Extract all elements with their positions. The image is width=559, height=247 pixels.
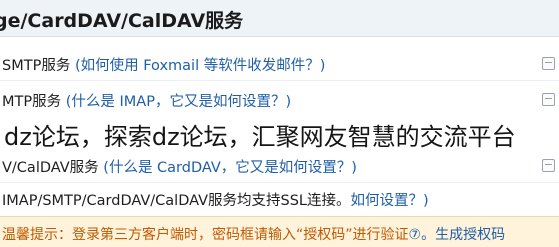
ssl-label: IMAP/SMTP/CardDAV/CalDAV服务均支持SSL连接。	[2, 193, 351, 209]
ssl-info-row: IMAP/SMTP/CardDAV/CalDAV服务均支持SSL连接。如何设置？…	[0, 183, 559, 213]
watermark-banner: dz论坛，探索dz论坛，汇聚网友智慧的交流平台	[0, 114, 559, 151]
service-row-text: V/CalDAV服务 (什么是 CardDAV，它又是如何设置？)	[2, 156, 357, 177]
service-row-smtp: SMTP服务 (如何使用 Foxmail 等软件收发邮件？)	[0, 48, 559, 78]
notice-message: 温馨提示：登录第三方客户端时，密码框请输入“授权码”进行验证	[2, 227, 409, 243]
help-link[interactable]: (什么是 IMAP，它又是如何设置？)	[66, 94, 291, 110]
service-label: MTP服务	[2, 94, 66, 110]
service-label: V/CalDAV服务	[2, 160, 104, 176]
service-row-text: MTP服务 (什么是 IMAP，它又是如何设置？)	[2, 90, 291, 111]
notice-bar: 温馨提示：登录第三方客户端时，密码框请输入“授权码”进行验证⑦。生成授权码	[0, 216, 559, 247]
notice-text: 温馨提示：登录第三方客户端时，密码框请输入“授权码”进行验证⑦。生成授权码	[2, 224, 505, 244]
service-row-carddav: V/CalDAV服务 (什么是 CardDAV，它又是如何设置？)	[0, 150, 559, 180]
service-row-imap: MTP服务 (什么是 IMAP，它又是如何设置？)	[0, 84, 559, 114]
help-circle-icon[interactable]: ⑦	[409, 227, 422, 243]
watermark-text: dz论坛，探索dz论坛，汇聚网友智慧的交流平台	[4, 123, 516, 151]
service-toggle[interactable]	[542, 57, 555, 70]
divider	[0, 80, 559, 81]
help-link[interactable]: (什么是 CardDAV，它又是如何设置？)	[103, 160, 357, 176]
service-toggle[interactable]	[542, 93, 555, 106]
service-label: SMTP服务	[2, 58, 75, 74]
generate-auth-code-link[interactable]: 。生成授权码	[421, 227, 505, 243]
help-link[interactable]: (如何使用 Foxmail 等软件收发邮件？)	[75, 58, 325, 74]
service-row-text: SMTP服务 (如何使用 Foxmail 等软件收发邮件？)	[2, 54, 325, 75]
ssl-help-link[interactable]: 如何设置？)	[351, 193, 429, 209]
service-toggle[interactable]	[542, 159, 555, 172]
section-header: ge/CardDAV/CalDAV服务	[0, 0, 559, 37]
section-title: ge/CardDAV/CalDAV服务	[0, 10, 244, 32]
ssl-info-text: IMAP/SMTP/CardDAV/CalDAV服务均支持SSL连接。如何设置？…	[2, 189, 429, 210]
